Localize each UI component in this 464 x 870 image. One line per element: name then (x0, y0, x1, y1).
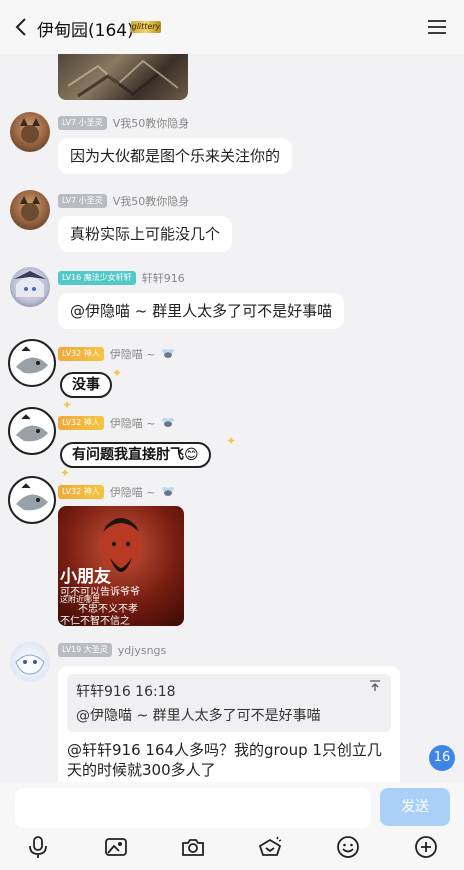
quoted-message[interactable]: 轩轩916 16:18 @伊隐喵 ~ 群里人太多了可不是好事喵 (67, 674, 391, 732)
unread-count-badge[interactable]: 16 (429, 745, 455, 771)
sparkle-icon: ✦ (60, 466, 71, 480)
reply-text: @轩轩916 164人多吗？我的group 1只创立几天的时候就300多人了 (67, 741, 382, 779)
fly-icon (161, 348, 175, 360)
level-badge: LV16 魔法少女轩轩 (58, 271, 136, 285)
message-list[interactable]: LV7 小圣灵 V我50教你隐身 因为大伙都是图个乐来关注你的 LV7 小圣灵 … (0, 54, 464, 782)
message-meta: LV32 神人 伊隐喵 ~ (58, 346, 175, 362)
sender-name[interactable]: V我50教你隐身 (113, 193, 190, 209)
sender-name[interactable]: 伊隐喵 ~ (110, 415, 156, 431)
message-bubble[interactable]: @伊隐喵 ~ 群里人太多了可不是好事喵 (58, 293, 345, 329)
message-meta: LV32 神人 伊隐喵 ~ (58, 484, 175, 500)
message-meta: LV16 魔法少女轩轩 轩轩916 (58, 270, 185, 286)
chat-title[interactable]: 伊甸园(164) (37, 16, 134, 41)
image-caption-line: 不仁不智不信之 (60, 616, 130, 626)
message-bubble[interactable]: 真粉实际上可能没几个 (58, 216, 233, 252)
avatar[interactable] (8, 339, 56, 387)
message-image[interactable]: 小朋友 可不可以告诉爷爷 这附近哪里 不忠不义不孝 不仁不智不信之 (58, 506, 184, 626)
level-badge: LV32 神人 (58, 485, 104, 499)
red-packet-icon[interactable] (257, 834, 283, 860)
sparkle-icon: ✦ (226, 434, 237, 448)
sparkle-icon: ✦ (112, 366, 123, 380)
chevron-left-icon[interactable] (10, 15, 32, 39)
message-meta: LV7 小圣灵 V我50教你隐身 (58, 115, 189, 131)
sender-name[interactable]: V我50教你隐身 (113, 115, 190, 131)
avatar[interactable] (10, 642, 50, 682)
sender-name[interactable]: ydjysngs (118, 644, 166, 657)
send-button[interactable]: 发送 (380, 788, 450, 826)
fly-icon (161, 486, 175, 498)
sticker-message[interactable]: 没事 (60, 372, 112, 398)
quote-header: 轩轩916 16:18 (76, 684, 176, 700)
message-bubble[interactable]: 因为大伙都是图个乐来关注你的 (58, 138, 293, 174)
microphone-icon[interactable] (25, 834, 51, 860)
emoji-icon[interactable] (335, 834, 361, 860)
input-toolbar (0, 830, 464, 864)
hamburger-menu-icon[interactable] (426, 17, 448, 37)
camera-icon[interactable] (180, 834, 206, 860)
group-badge: glittery (131, 21, 161, 33)
sender-name[interactable]: 伊隐喵 ~ (110, 346, 156, 362)
sender-name[interactable]: 轩轩916 (142, 270, 185, 286)
avatar[interactable] (8, 407, 56, 455)
jump-to-quote-icon[interactable] (369, 680, 381, 695)
avatar[interactable] (10, 190, 50, 230)
chat-header: 伊甸园(164) glittery (0, 0, 464, 54)
level-badge: LV7 小圣灵 (58, 194, 107, 208)
image-icon[interactable] (103, 834, 129, 860)
plus-icon[interactable] (413, 834, 439, 860)
level-badge: LV32 神人 (58, 416, 104, 430)
message-meta: LV7 小圣灵 V我50教你隐身 (58, 193, 189, 209)
chat-screen: 伊甸园(164) glittery LV7 小圣灵 V我50教你隐身 因为大伙都… (0, 0, 464, 870)
message-meta: LV32 神人 伊隐喵 ~ (58, 415, 175, 431)
avatar[interactable] (10, 267, 50, 307)
avatar[interactable] (10, 112, 50, 152)
reply-message-bubble[interactable]: 轩轩916 16:18 @伊隐喵 ~ 群里人太多了可不是好事喵 @轩轩916 1… (58, 666, 400, 782)
sticker-message[interactable]: 有问题我直接肘飞😊 (60, 442, 211, 468)
message-image[interactable] (58, 54, 188, 100)
message-input[interactable] (15, 788, 371, 828)
sender-name[interactable]: 伊隐喵 ~ (110, 484, 156, 500)
level-badge: LV19 大圣灵 (58, 643, 112, 657)
quote-text: @伊隐喵 ~ 群里人太多了可不是好事喵 (76, 708, 321, 724)
input-bar: 发送 (0, 782, 464, 870)
fly-icon (161, 417, 175, 429)
message-meta: LV19 大圣灵 ydjysngs (58, 643, 166, 657)
sparkle-icon: ✦ (62, 398, 73, 412)
level-badge: LV7 小圣灵 (58, 116, 107, 130)
level-badge: LV32 神人 (58, 347, 104, 361)
avatar[interactable] (8, 476, 56, 524)
